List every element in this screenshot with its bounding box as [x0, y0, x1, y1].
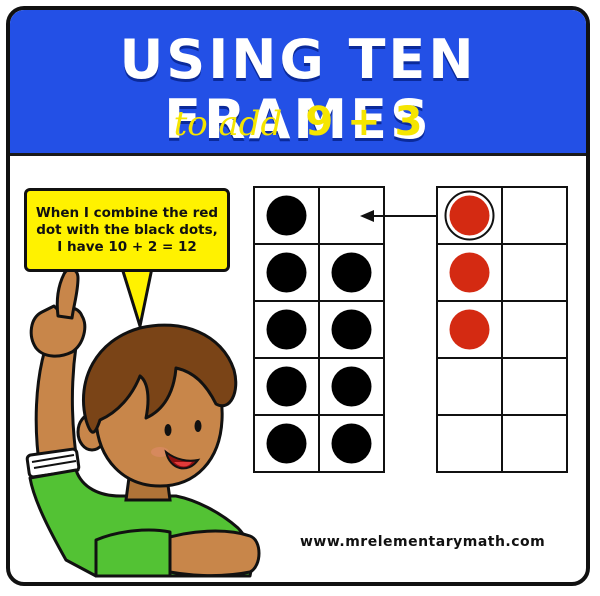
red-dot — [449, 252, 490, 293]
black-dot — [331, 366, 372, 407]
black-dot — [266, 309, 307, 350]
speech-bubble: When I combine the red dot with the blac… — [24, 188, 230, 272]
red-dot — [449, 309, 490, 350]
speech-bubble-text: When I combine the red dot with the blac… — [35, 204, 219, 255]
black-dot — [266, 195, 307, 236]
red-dot — [449, 195, 490, 236]
ten-frame-cell — [501, 357, 568, 416]
website-url: www.mrelementarymath.com — [300, 534, 546, 550]
black-dot — [331, 309, 372, 350]
ten-frame-cell — [501, 243, 568, 302]
black-dot — [331, 423, 372, 464]
illustration-layer — [25, 186, 568, 578]
black-dot — [266, 423, 307, 464]
ten-frame-cell — [436, 357, 503, 416]
right-ten-frame — [436, 186, 568, 473]
ten-frame-cell — [501, 186, 568, 245]
ten-frame-cell — [436, 414, 503, 473]
left-ten-frame — [253, 186, 385, 473]
ten-frame-cell — [501, 300, 568, 359]
black-dot — [266, 252, 307, 293]
speech-bubble-tail — [120, 266, 154, 328]
ten-frame-cell — [501, 414, 568, 473]
black-dot — [266, 366, 307, 407]
black-dot — [331, 252, 372, 293]
move-arrow-icon — [360, 210, 437, 222]
